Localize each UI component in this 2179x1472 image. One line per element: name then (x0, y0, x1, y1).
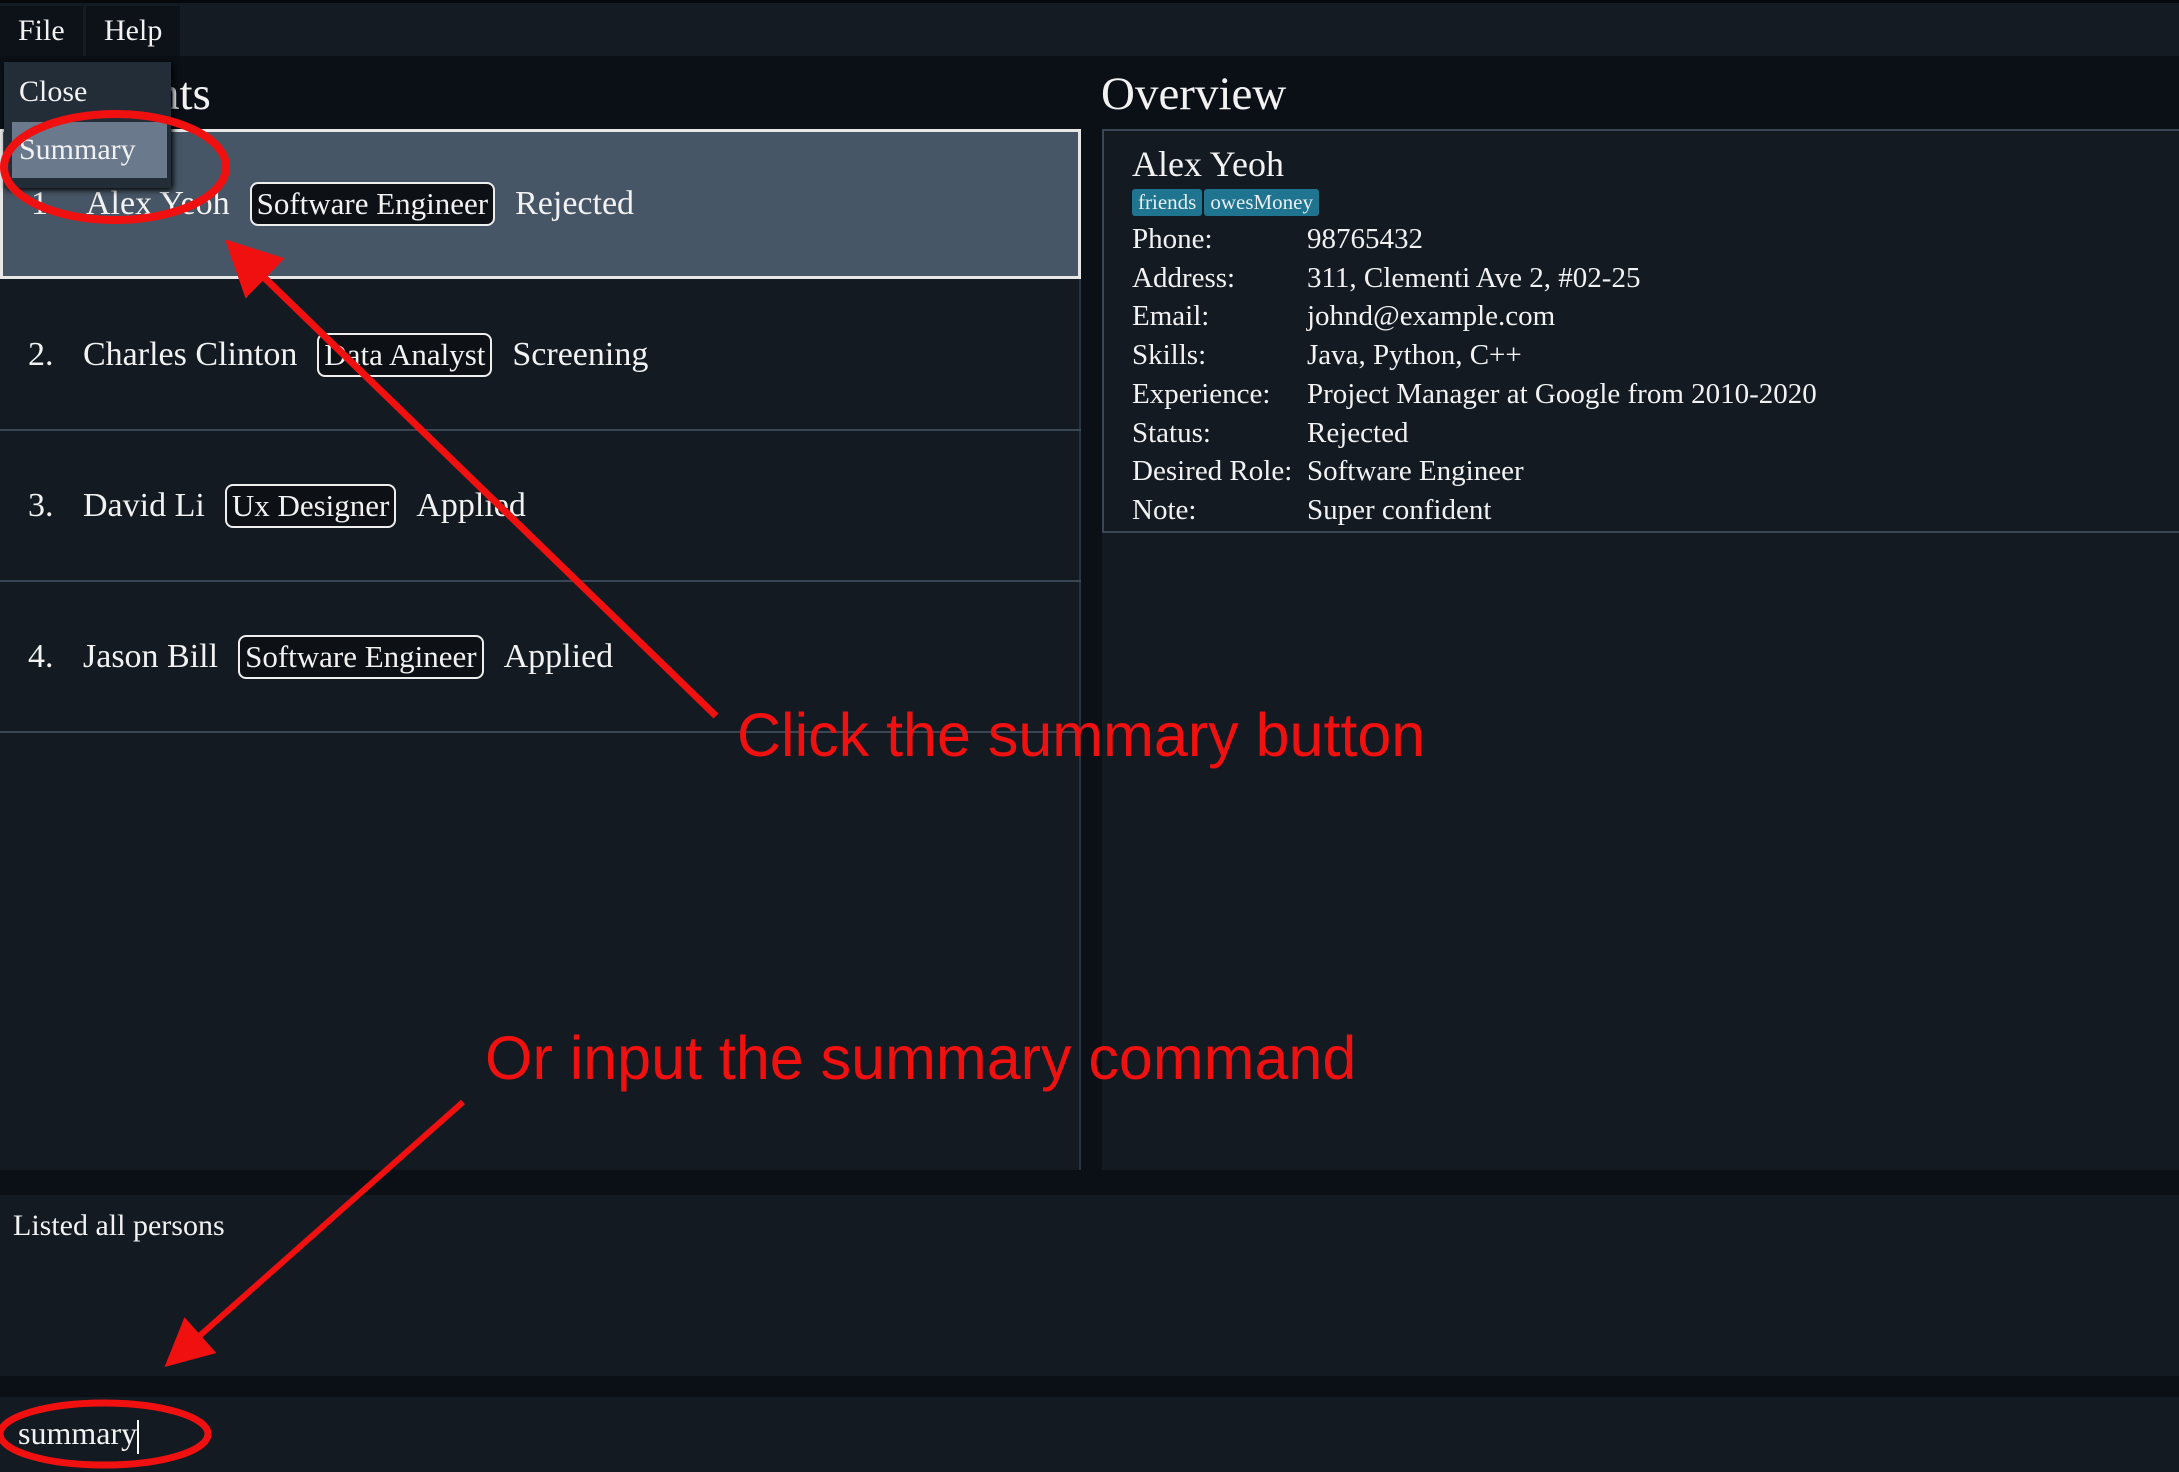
arrow (164, 1099, 465, 1367)
annotation-text: Click the summary button (737, 701, 1426, 769)
highlight-circle (0, 1399, 212, 1469)
annotation-text: Or input the summary command (485, 1024, 1357, 1092)
highlight-circle (0, 110, 230, 224)
arrow (224, 239, 719, 719)
